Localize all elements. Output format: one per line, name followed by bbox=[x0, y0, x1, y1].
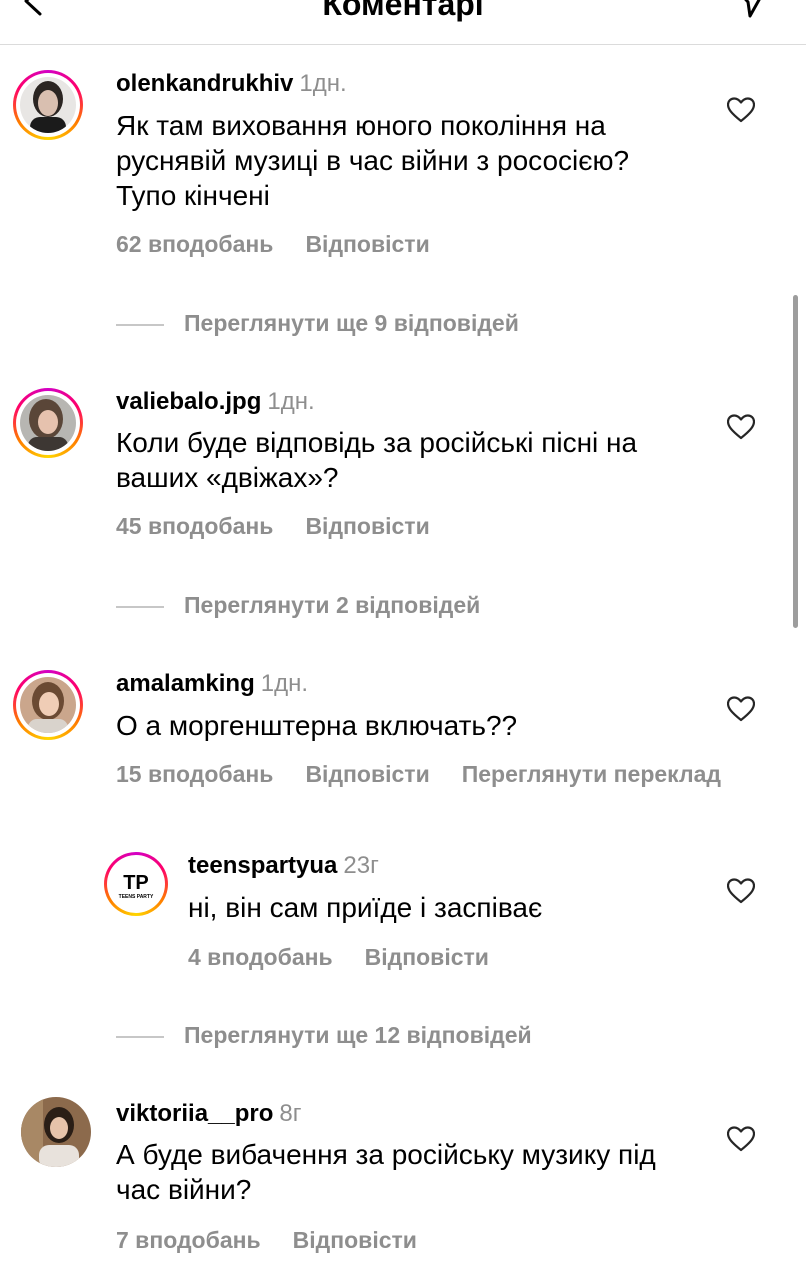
view-replies-button[interactable]: Переглянути 2 відповідей bbox=[116, 592, 480, 619]
timestamp: 23г bbox=[343, 852, 379, 879]
likes-count[interactable]: 45 вподобань bbox=[116, 513, 273, 539]
view-replies-label: Переглянути ще 9 відповідей bbox=[184, 310, 519, 336]
reply-button[interactable]: Відповісти bbox=[293, 1227, 417, 1253]
avatar[interactable] bbox=[13, 388, 83, 458]
reply-button[interactable]: Відповісти bbox=[365, 944, 489, 970]
username[interactable]: teenspartyua bbox=[188, 852, 337, 879]
avatar-photo bbox=[20, 395, 76, 451]
likes-count[interactable]: 15 вподобань bbox=[116, 761, 273, 787]
avatar[interactable] bbox=[13, 70, 83, 140]
divider-line bbox=[116, 1035, 164, 1038]
header: Коментарі bbox=[0, 0, 806, 45]
reply-button[interactable]: Відповісти bbox=[305, 231, 429, 257]
avatar[interactable] bbox=[21, 1097, 94, 1170]
timestamp: 1дн. bbox=[267, 388, 315, 415]
comment-text: Коли буде відповідь за російські пісні н… bbox=[116, 427, 638, 493]
avatar-photo bbox=[20, 677, 76, 733]
page-title: Коментарі bbox=[322, 0, 484, 22]
timestamp: 1дн. bbox=[260, 670, 309, 697]
like-heart-icon[interactable] bbox=[727, 97, 755, 123]
like-heart-icon[interactable] bbox=[727, 414, 755, 440]
svg-text:TP: TP bbox=[123, 872, 149, 894]
likes-count[interactable]: 4 вподобань bbox=[188, 944, 333, 970]
avatar-photo bbox=[20, 77, 76, 133]
reply-button[interactable]: Відповісти bbox=[305, 761, 429, 787]
reply-button[interactable]: Відповісти bbox=[305, 513, 429, 539]
send-icon[interactable] bbox=[736, 0, 766, 18]
view-replies-label: Переглянути 2 відповідей bbox=[184, 592, 481, 618]
username[interactable]: viktoriia__pro bbox=[116, 1100, 273, 1127]
teens-party-logo: TP TEENS PARTY bbox=[111, 859, 161, 909]
svg-text:TEENS PARTY: TEENS PARTY bbox=[119, 894, 154, 900]
timestamp: 1дн. bbox=[299, 70, 347, 97]
avatar-photo bbox=[21, 1097, 91, 1167]
like-heart-icon[interactable] bbox=[727, 878, 755, 904]
likes-count[interactable]: 7 вподобань bbox=[116, 1227, 261, 1253]
scrollbar[interactable] bbox=[793, 295, 798, 628]
comment-text: А буде вибачення за російську музику під… bbox=[116, 1139, 656, 1205]
like-heart-icon[interactable] bbox=[727, 1126, 755, 1152]
username[interactable]: valiebalo.jpg bbox=[116, 388, 261, 415]
comment-text: Як там виховання юного покоління на русн… bbox=[116, 110, 630, 211]
divider-line bbox=[116, 323, 164, 326]
comment-text: О а моргенштерна включать?? bbox=[116, 710, 518, 741]
view-replies-button[interactable]: Переглянути ще 12 відповідей bbox=[116, 1022, 532, 1049]
avatar[interactable] bbox=[13, 670, 83, 740]
timestamp: 8г bbox=[279, 1100, 302, 1127]
view-replies-button[interactable]: Переглянути ще 9 відповідей bbox=[116, 310, 519, 337]
view-replies-label: Переглянути ще 12 відповідей bbox=[184, 1022, 532, 1048]
divider-line bbox=[116, 605, 164, 608]
avatar[interactable]: TP TEENS PARTY bbox=[104, 852, 168, 916]
username[interactable]: olenkandrukhiv bbox=[116, 70, 293, 97]
username[interactable]: amalamking bbox=[116, 670, 255, 697]
like-heart-icon[interactable] bbox=[727, 696, 755, 722]
comment-text: ні, він сам приїде і заспіває bbox=[188, 892, 543, 923]
translate-button[interactable]: Переглянути переклад bbox=[462, 761, 721, 787]
likes-count[interactable]: 62 вподобань bbox=[116, 231, 273, 257]
